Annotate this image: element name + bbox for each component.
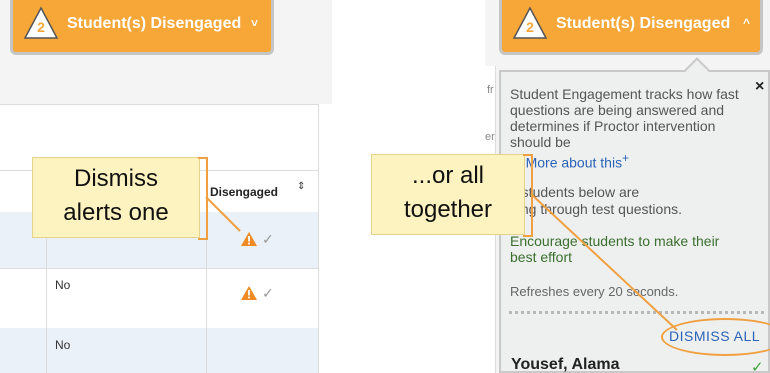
callout-line-2: together (403, 196, 493, 223)
student-name: Yousef, Alama (511, 356, 620, 373)
col-divider (206, 268, 207, 328)
callout-line-1: ...or all (411, 162, 485, 189)
chevron-down-icon: ˅ (251, 16, 259, 30)
col-divider (46, 268, 47, 328)
fragment-text: fr (487, 84, 494, 96)
callout-dismiss-one: Dismiss alerts one (32, 157, 200, 238)
disengaged-alert-button[interactable]: 2 Student(s) Disengaged ^ (499, 0, 763, 55)
popover-more-line: n. More about this+ (510, 151, 746, 171)
callout-line-1: Dismiss (74, 165, 158, 192)
more-sup: + (622, 152, 629, 165)
warning-triangle-icon (512, 6, 548, 39)
col-divider (206, 328, 207, 373)
callout-pointer (530, 193, 678, 331)
intro-text: Student Engagement tracks how fast quest… (510, 86, 739, 150)
sort-icon[interactable]: ⇕ (297, 182, 305, 192)
chevron-up-icon: ^ (743, 16, 751, 30)
table-row: No ✓ (0, 268, 318, 329)
table-row: No (0, 328, 318, 373)
col-divider (46, 328, 47, 373)
callout-pointer (205, 196, 241, 232)
disengaged-alert-button[interactable]: 2 Student(s) Disengaged ˅ (10, 0, 274, 55)
popover-intro: Student Engagement tracks how fast quest… (510, 86, 746, 150)
row-value: No (55, 278, 71, 292)
warning-triangle-icon (23, 6, 59, 39)
alert-label: Student(s) Disengaged (556, 15, 731, 32)
more-about-link[interactable]: More about this (526, 155, 623, 171)
alert-label: Student(s) Disengaged (67, 15, 242, 32)
check-icon[interactable]: ✓ (262, 231, 274, 248)
check-icon: ✓ (751, 359, 764, 373)
row-value: No (55, 338, 71, 352)
check-icon[interactable]: ✓ (262, 285, 274, 302)
fragment-text: er (485, 131, 495, 143)
callout-line-2: alerts one (63, 199, 169, 226)
callout-dismiss-all: ...or all together (371, 154, 525, 235)
warning-triangle-icon[interactable] (240, 285, 258, 301)
close-icon[interactable]: × (755, 78, 764, 96)
student-table: Disengaged ⇕ ✓ No ✓ No (0, 104, 319, 373)
